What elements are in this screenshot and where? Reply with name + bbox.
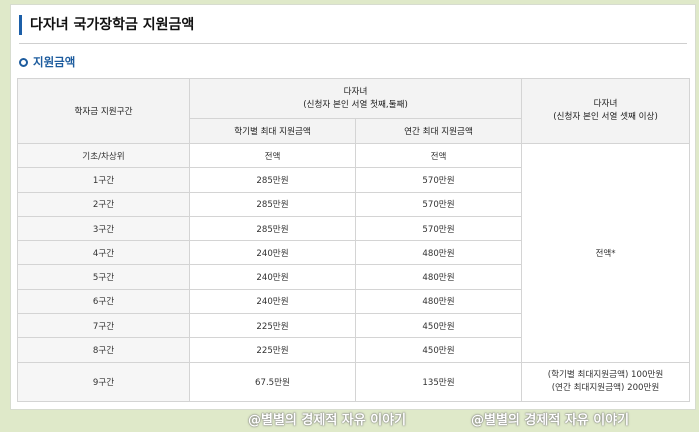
header-group-first-second: 다자녀 (신청자 본인 서열 첫째,둘째): [188, 78, 523, 119]
annual-amount-cell: 450만원: [354, 313, 523, 339]
table-row: 기초/차상위 전액 전액 전액*: [17, 142, 691, 363]
row-section-cell: 기초/차상위: [17, 142, 190, 169]
semester-amount-cell: 240만원: [189, 240, 356, 266]
annual-amount-cell: 전액: [354, 142, 523, 169]
row-section-cell: 4구간: [17, 240, 190, 266]
row-section-cell: 7구간: [17, 313, 190, 339]
watermark-left: @별별의 경제적 자유 이야기: [248, 413, 407, 428]
header-section: 학자금 지원구간: [17, 78, 190, 144]
annual-amount-cell: 480만원: [354, 288, 523, 315]
section9-semester-note: (학기별 최대지원금액) 100만원: [547, 369, 664, 380]
section9-annual-note: (연간 최대지원금액) 200만원: [551, 382, 660, 393]
semester-amount-cell: 285만원: [189, 215, 356, 242]
annual-amount-cell: 570만원: [354, 215, 523, 242]
semester-amount-cell: 225만원: [189, 337, 356, 363]
header-group1-note: (신청자 본인 서열 첫째,둘째): [303, 99, 408, 110]
annual-amount-cell: 570만원: [354, 191, 523, 217]
table-row: 9구간 67.5만원 135만원 (학기별 최대지원금액) 100만원 (연간 …: [17, 361, 691, 402]
bullet-circle-icon: [19, 57, 28, 67]
row-section-cell: 1구간: [17, 167, 190, 193]
section-heading: 지원금액: [19, 53, 75, 71]
row-section-cell: 3구간: [17, 215, 190, 242]
annual-amount-cell: 480만원: [354, 240, 523, 266]
section-heading-label: 지원금액: [33, 55, 76, 69]
row-section-cell: 9구간: [17, 361, 190, 402]
header-semester-max: 학기별 최대 지원금액: [189, 118, 356, 144]
annual-amount-cell: 480만원: [354, 264, 523, 290]
annual-amount-cell: 570만원: [354, 167, 523, 193]
third-child-full-cell: 전액*: [521, 143, 691, 363]
semester-amount-cell: 240만원: [189, 264, 356, 290]
semester-amount-cell: 전액: [189, 142, 356, 169]
support-amount-table: 학자금 지원구간 다자녀 (신청자 본인 서열 첫째,둘째) 다자녀 (신청자 …: [17, 78, 691, 402]
annual-amount-cell: 450만원: [354, 337, 523, 363]
semester-amount-cell: 285만원: [189, 167, 356, 193]
semester-amount-cell: 67.5만원: [189, 361, 356, 402]
row-section-cell: 5구간: [17, 264, 190, 290]
semester-amount-cell: 285만원: [189, 191, 356, 217]
row-section-cell: 6구간: [17, 288, 190, 315]
title-divider: [19, 43, 687, 44]
watermark-right: @별별의 경제적 자유 이야기: [471, 413, 630, 428]
header-group2-note: (신청자 본인 서열 셋째 이상): [553, 112, 658, 122]
row-section-cell: 2구간: [17, 191, 190, 217]
header-group-third-plus: 다자녀 (신청자 본인 서열 셋째 이상): [521, 78, 691, 144]
semester-amount-cell: 240만원: [189, 288, 356, 315]
row-section-cell: 8구간: [17, 337, 190, 363]
header-group2-title: 다자녀: [593, 99, 618, 109]
semester-amount-cell: 225만원: [189, 313, 356, 339]
third-child-section9-cell: (학기별 최대지원금액) 100만원 (연간 최대지원금액) 200만원: [521, 361, 691, 402]
header-group1-title: 다자녀: [343, 86, 368, 97]
content-card: 다자녀 국가장학금 지원금액 지원금액 학자금 지원구간 다자녀 (신청자 본인…: [10, 4, 696, 410]
annual-amount-cell: 135만원: [354, 361, 523, 402]
header-annual-max: 연간 최대 지원금액: [354, 118, 523, 144]
page-title: 다자녀 국가장학금 지원금액: [19, 15, 194, 35]
